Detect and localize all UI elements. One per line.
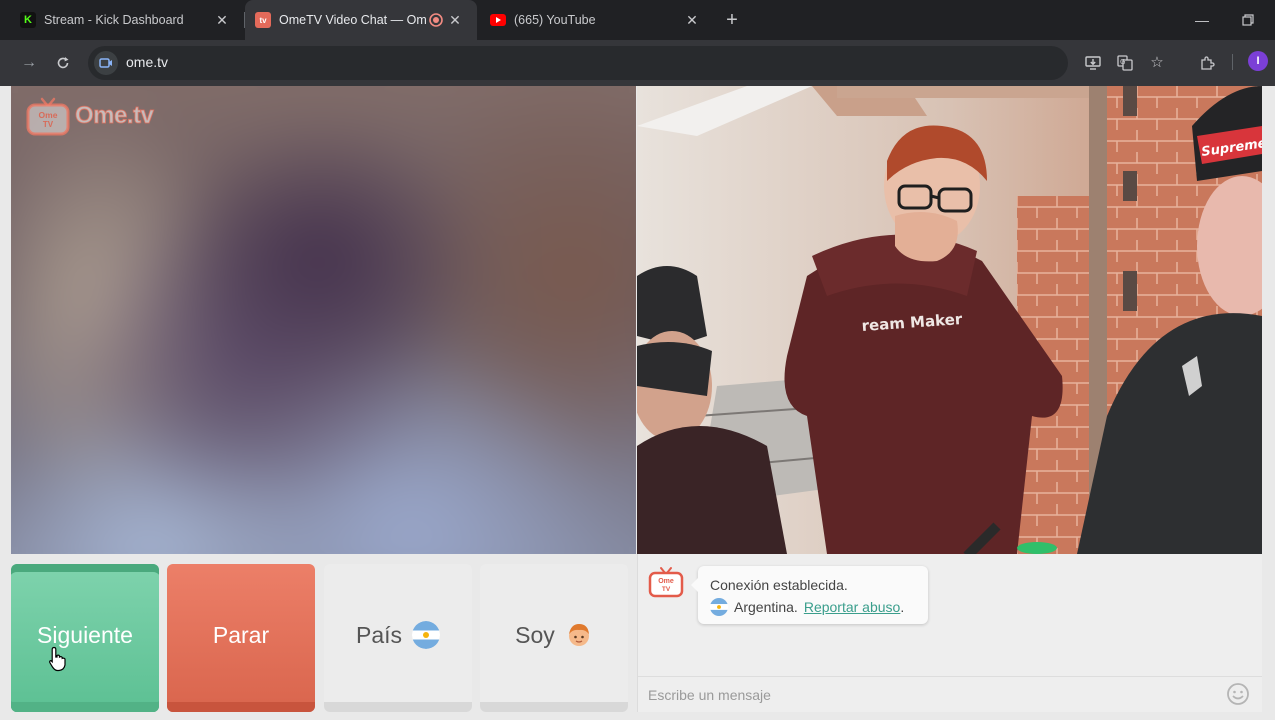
ometv-chat-avatar-icon: Ome TV: [648, 567, 684, 598]
message-input[interactable]: [638, 676, 1262, 712]
button-shade: [11, 702, 159, 712]
stop-button[interactable]: Parar: [167, 564, 315, 712]
button-shade: [167, 702, 315, 712]
button-shade: [480, 702, 628, 712]
system-message: Conexión establecida. Argentina. Reporta…: [691, 566, 928, 624]
youtube-logo-icon: [490, 12, 506, 28]
connection-status-text: Conexión establecida.: [710, 577, 848, 593]
next-button-content: Siguiente: [37, 622, 133, 649]
close-tab-icon[interactable]: ✕: [447, 12, 463, 28]
install-app-icon[interactable]: [1082, 52, 1104, 74]
partner-video: Ome TV Ome.tv: [11, 86, 636, 554]
stop-button-label: Parar: [212, 621, 270, 648]
button-shade: [324, 702, 472, 712]
ometv-page: Ome TV Ome.tv ream Maker Supreme Siguien…: [0, 86, 1275, 720]
stop-button-content: Parar: [213, 622, 269, 649]
browser-toolbar: → ome.tv G ☆: [0, 40, 1275, 86]
argentina-flag-icon: [710, 598, 728, 616]
ometv-logo: Ome TV Ome.tv: [25, 96, 154, 136]
report-abuse-link[interactable]: Reportar abuso: [804, 599, 901, 615]
partner-country-line: Argentina. Reportar abuso.: [710, 596, 916, 618]
tab-title: (665) YouTube: [514, 13, 596, 27]
svg-text:Ome: Ome: [39, 110, 58, 120]
recording-icon: [429, 13, 443, 27]
svg-text:TV: TV: [662, 586, 671, 593]
translate-icon[interactable]: G: [1114, 52, 1136, 74]
tab-title: OmeTV Video Chat — Ome: [279, 13, 427, 27]
country-button-label: País: [355, 621, 403, 648]
country-filter-button[interactable]: País: [324, 564, 472, 712]
country-button-content: País: [355, 621, 441, 649]
tab-title: Stream - Kick Dashboard: [44, 13, 184, 27]
blurred-video-frame: [11, 86, 636, 554]
next-button-label: Siguiente: [37, 621, 133, 648]
kick-logo-icon: K: [20, 12, 36, 28]
gender-button-label: Soy: [515, 621, 555, 648]
emoji-icon[interactable]: [1226, 682, 1250, 706]
partner-country-text: Argentina.: [734, 599, 798, 615]
own-camera-video: ream Maker Supreme: [637, 86, 1262, 554]
forward-arrow-icon[interactable]: →: [18, 52, 40, 74]
camera-scene: ream Maker Supreme: [637, 86, 1262, 554]
chat-panel: Ome TV Conexión establecida. Argentina. …: [637, 554, 1262, 712]
tab-youtube[interactable]: (665) YouTube ✕: [478, 0, 714, 40]
address-bar[interactable]: ome.tv: [88, 46, 1068, 80]
tab-kick-dashboard[interactable]: K Stream - Kick Dashboard ✕: [8, 0, 244, 40]
report-suffix: .: [900, 599, 905, 615]
svg-text:Ome: Ome: [658, 578, 674, 585]
ometv-tv-logo-icon: Ome TV: [26, 97, 70, 136]
hand-cursor-icon: [49, 646, 66, 672]
reload-icon[interactable]: [52, 52, 74, 74]
ometv-logo-icon: tv: [255, 12, 271, 28]
tab-strip: K Stream - Kick Dashboard ✕ tv OmeTV Vid…: [0, 0, 1275, 40]
close-tab-icon[interactable]: ✕: [684, 12, 700, 28]
profile-avatar[interactable]: I: [1248, 51, 1268, 71]
restore-window-icon[interactable]: [1238, 10, 1258, 30]
svg-text:G: G: [1120, 58, 1125, 66]
new-tab-plus-icon[interactable]: +: [722, 10, 742, 30]
gender-select-button[interactable]: Soy: [480, 564, 628, 712]
extensions-puzzle-icon[interactable]: [1196, 52, 1218, 74]
close-tab-icon[interactable]: ✕: [214, 12, 230, 28]
svg-text:TV: TV: [43, 120, 54, 129]
boy-avatar-icon: [568, 624, 589, 646]
address-url[interactable]: ome.tv: [126, 54, 168, 70]
minimize-icon[interactable]: —: [1192, 10, 1212, 30]
bookmark-star-icon[interactable]: ☆: [1146, 52, 1168, 74]
next-button[interactable]: Siguiente: [11, 564, 159, 712]
toolbar-separator: [1232, 54, 1233, 70]
argentina-flag-icon: [412, 621, 441, 649]
tab-ometv[interactable]: tv OmeTV Video Chat — Ome ✕: [245, 0, 477, 40]
site-info-icon[interactable]: [94, 51, 118, 75]
ometv-logo-text: Ome.tv: [74, 102, 154, 130]
gender-button-content: Soy: [515, 621, 593, 649]
